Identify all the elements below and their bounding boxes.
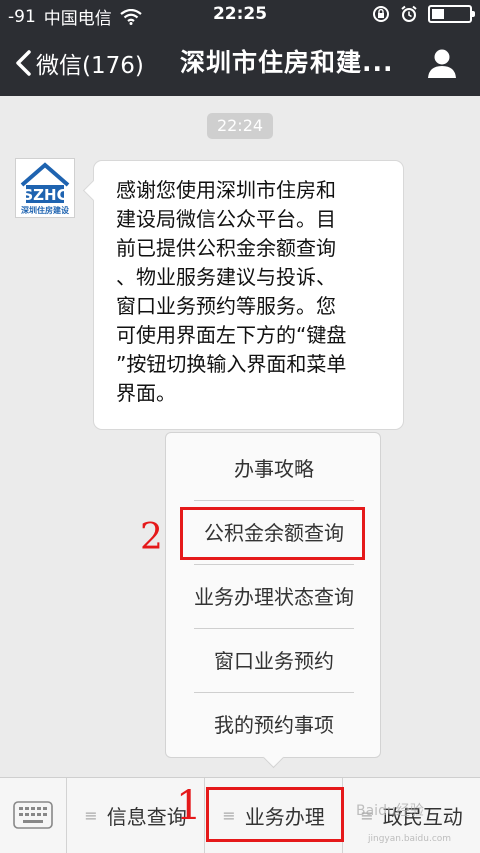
alarm-icon (401, 5, 417, 22)
message-line: 窗口业务预约等服务。您 (116, 294, 336, 318)
annotation-step-1: 1 (176, 783, 202, 829)
annotation-step-2: 2 (140, 517, 163, 558)
menu-item-my-bookings[interactable]: 我的预约事项 (166, 693, 382, 757)
back-label: 微信(176) (36, 53, 144, 79)
watermark-url: jingyan.baidu.com (368, 834, 452, 844)
message-line: 、物业服务建议与投诉、 (116, 265, 336, 289)
message-line: 界面。 (116, 381, 176, 405)
menu-item-window-booking[interactable]: 窗口业务预约 (166, 629, 382, 693)
keyboard-toggle-button[interactable] (0, 778, 67, 853)
tab-label: 信息查询 (106, 805, 187, 829)
szhc-logo-icon: SZHC 深圳住房建设 (20, 162, 70, 215)
message-line: 感谢您使用深圳市住房和 (116, 178, 336, 202)
message-line: 建设局微信公众平台。目 (116, 207, 336, 231)
page-title: 深圳市住房和建... (180, 48, 394, 77)
avatar-logo-subtext: 深圳住房建设 (21, 205, 69, 215)
battery-icon (428, 5, 475, 23)
menu-lines-icon: ≡ (84, 806, 98, 825)
status-bar: -91 中国电信 22:25 (0, 0, 480, 30)
menu-item-status-query[interactable]: 业务办理状态查询 (166, 565, 382, 629)
menu-item-guide[interactable]: 办事攻略 (166, 437, 382, 501)
nav-bar: 微信(176) 深圳市住房和建... (0, 30, 480, 96)
profile-icon[interactable] (426, 47, 458, 79)
status-right (372, 5, 475, 23)
annotation-highlight-business-tab (206, 787, 344, 842)
rotation-lock-icon (373, 6, 389, 22)
chevron-left-icon (16, 50, 31, 76)
message-bubble: 感谢您使用深圳市住房和 建设局微信公众平台。目 前已提供公积金余额查询 、物业服… (93, 160, 404, 430)
message-timestamp: 22:24 (207, 113, 273, 139)
keyboard-icon (13, 801, 53, 829)
message-line: 前已提供公积金余额查询 (116, 236, 336, 260)
watermark: Baidu经验 (356, 803, 424, 819)
submenu-popup: 办事攻略 公积金余额查询 业务办理状态查询 窗口业务预约 我的预约事项 (165, 432, 381, 758)
message-line: ”按钮切换输入界面和菜单 (116, 352, 347, 376)
avatar[interactable]: SZHC 深圳住房建设 (15, 158, 75, 218)
annotation-highlight-fund-balance (180, 507, 365, 560)
back-button[interactable]: 微信(176) (14, 30, 144, 96)
avatar-logo-text: SZHC (22, 186, 67, 204)
message-line: 可使用界面左下方的“键盘 (116, 323, 347, 347)
